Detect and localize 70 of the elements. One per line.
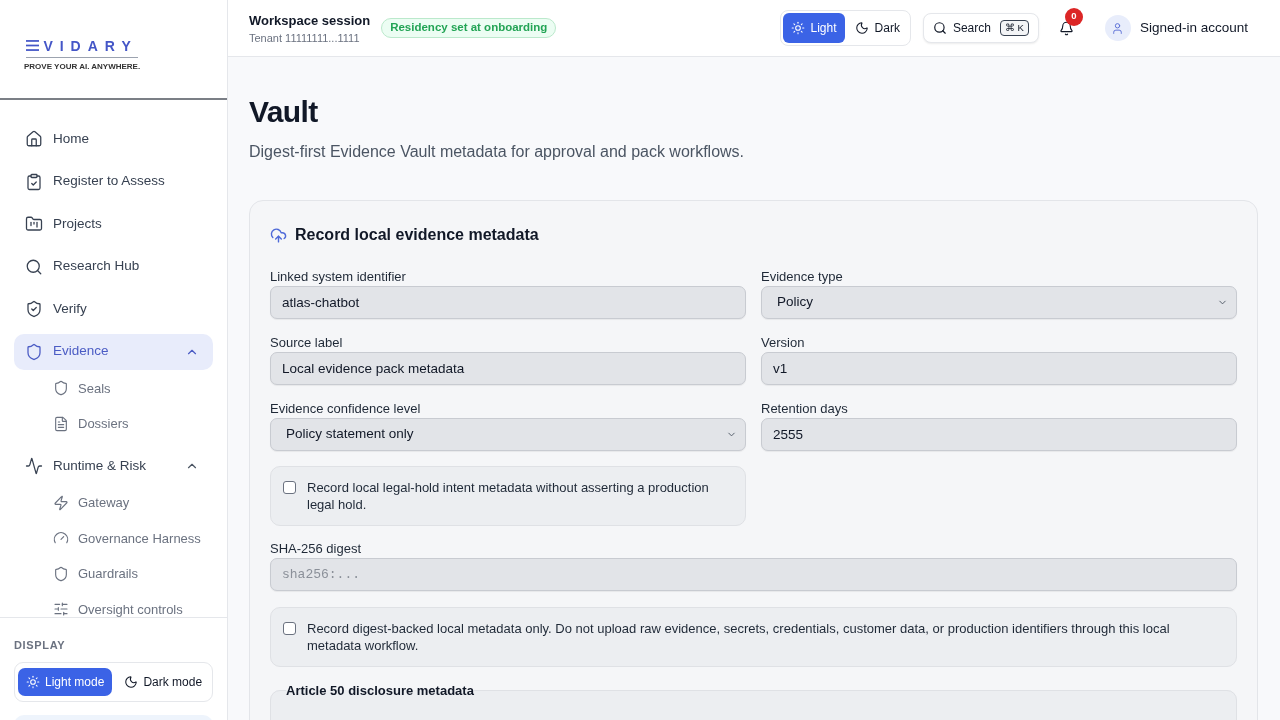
sun-icon: [790, 21, 805, 35]
checkbox-label: Record digest-backed local metadata only. Do not upload raw evidence, secrets, credentials, customer data, or production identifiers through this local metadata workflow.: [307, 620, 1171, 654]
folder-icon: [25, 215, 43, 233]
page-subtitle: Digest-first Evidence Vault metadata for approval and pack workflows.: [249, 142, 746, 162]
search-icon: [932, 21, 947, 35]
tenant-label: Tenant 11111111...1111: [249, 30, 361, 45]
nav-item[interactable]: Home: [14, 121, 213, 157]
notification-badge: 0: [1064, 7, 1083, 26]
text-field[interactable]: 2555: [761, 418, 1237, 451]
shield-icon: [53, 565, 69, 582]
select-field[interactable]: Policy: [761, 286, 1237, 319]
nav-subitem[interactable]: Gateway: [14, 485, 213, 521]
field-label: Evidence type: [761, 268, 843, 285]
nav-subitem[interactable]: Governance Harness: [14, 520, 213, 556]
shield-check-icon: [25, 300, 43, 318]
nav-item[interactable]: Runtime & Risk: [14, 448, 213, 484]
moon-icon: [124, 675, 139, 689]
stripes-icon: [26, 40, 40, 51]
nav-subitem[interactable]: Oversight controls: [14, 591, 213, 617]
nav-subitem[interactable]: Seals: [14, 370, 213, 406]
house-icon: [25, 130, 43, 148]
theme-button[interactable]: Light: [782, 13, 845, 43]
nav-subitem[interactable]: Dossiers: [14, 406, 213, 442]
page-title: Vault: [249, 94, 318, 130]
display-heading: DISPLAY: [14, 638, 66, 652]
search-icon: [25, 257, 43, 276]
nav-item[interactable]: Verify: [14, 291, 213, 327]
shield-icon: [53, 380, 69, 397]
field-label: Version: [761, 334, 805, 351]
field-label: Retention days: [761, 400, 848, 417]
residency-badge: Residency set at onboarding: [381, 18, 557, 38]
text-field[interactable]: atlas-chatbot: [270, 286, 746, 319]
mode-button[interactable]: Dark mode: [116, 668, 211, 696]
brand-tagline: PROVE YOUR AI. ANYWHERE.: [24, 61, 141, 72]
account-label[interactable]: Signed-in account: [1139, 17, 1248, 39]
cloud-upload-icon: [270, 226, 287, 244]
pulse-icon: [25, 457, 43, 475]
lightning-icon: [53, 494, 69, 511]
nav-item[interactable]: Evidence: [14, 333, 213, 370]
checkbox-label: Record local legal-hold intent metadata without asserting a production legal hold.: [307, 479, 710, 513]
checkbox[interactable]: [283, 622, 296, 635]
text-field[interactable]: v1: [761, 352, 1237, 385]
field-label: Evidence confidence level: [270, 400, 421, 417]
sliders-icon: [53, 601, 69, 617]
nav-subitem[interactable]: Guardrails: [14, 556, 213, 592]
moon-icon: [854, 21, 869, 35]
brand-wordmark: VIDARY: [43, 37, 138, 54]
text-field[interactable]: Local evidence pack metadata: [270, 352, 746, 385]
nav-item[interactable]: Register to Assess: [14, 163, 213, 200]
field-label: SHA-256 digest: [270, 540, 362, 557]
shield-icon: [25, 342, 43, 361]
mode-button[interactable]: Light mode: [18, 668, 113, 696]
checkbox[interactable]: [283, 481, 296, 494]
theme-button[interactable]: Dark: [846, 13, 908, 43]
session-title: Workspace session: [249, 11, 371, 29]
nav-item[interactable]: Projects: [14, 206, 213, 242]
clipboard-check-icon: [25, 172, 43, 191]
fieldset-legend: Article 50 disclosure metadata: [286, 682, 474, 699]
select-field[interactable]: Policy statement only: [270, 418, 746, 451]
search-button[interactable]: Search ⌘ K: [922, 13, 1039, 43]
field-label: Source label: [270, 334, 343, 351]
avatar-icon[interactable]: [1104, 15, 1131, 41]
bell-icon[interactable]: [1058, 20, 1074, 36]
shortcut-key: ⌘ K: [999, 20, 1029, 36]
card-title: Record local evidence metadata: [295, 225, 539, 245]
field-label: Linked system identifier: [270, 268, 406, 285]
digest-field[interactable]: sha256:...: [270, 558, 1237, 591]
sun-icon: [26, 675, 40, 689]
document-icon: [53, 415, 69, 432]
nav-item[interactable]: Research Hub: [14, 248, 213, 285]
